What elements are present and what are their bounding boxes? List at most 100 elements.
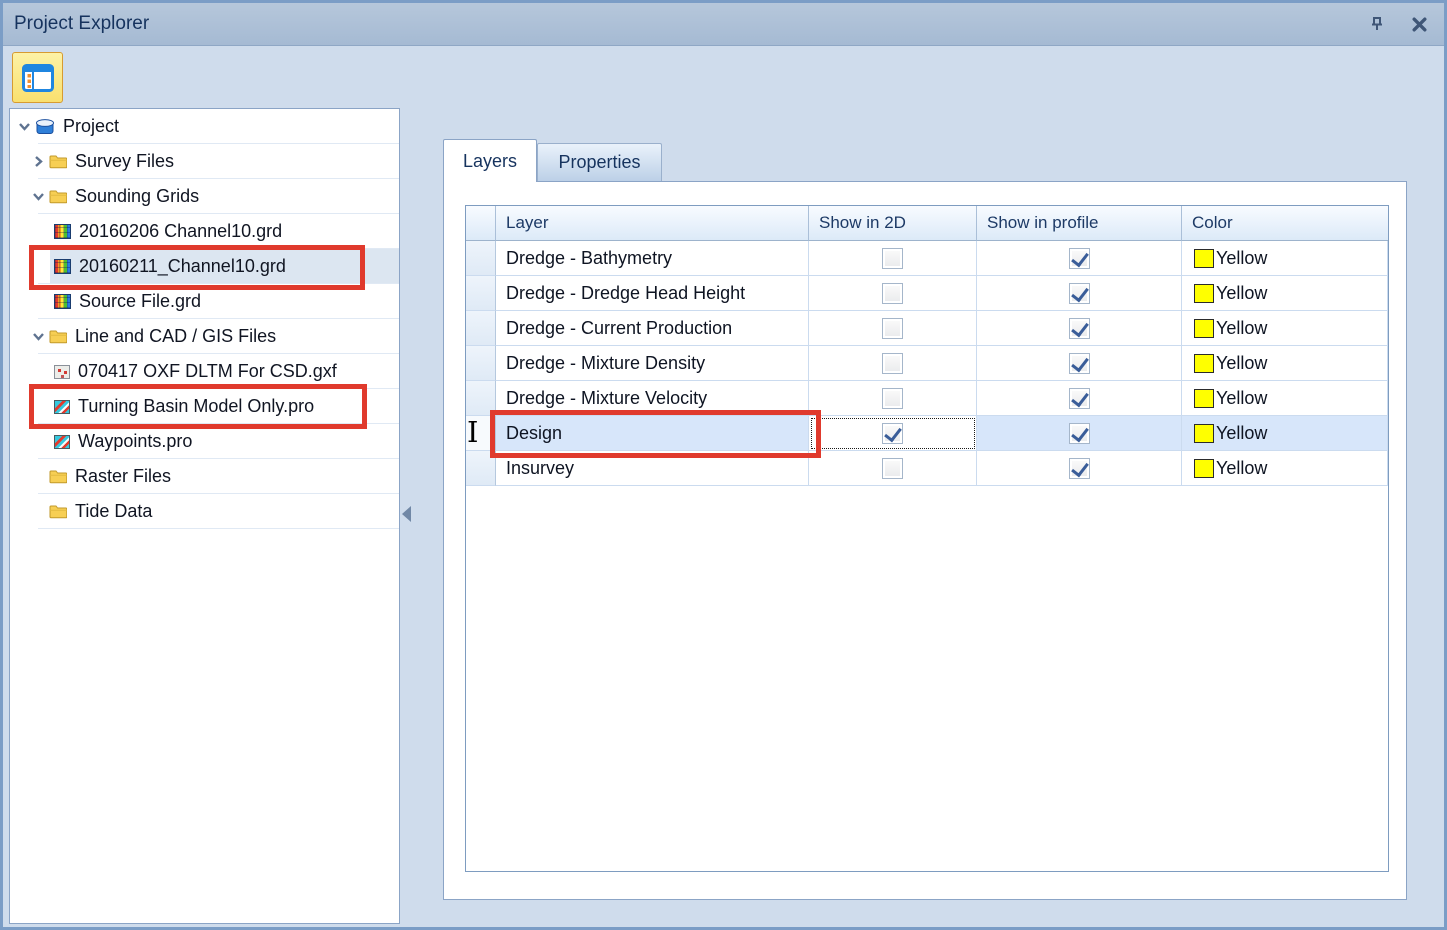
show-in-2d-checkbox[interactable] bbox=[882, 458, 903, 479]
chevron-down-icon[interactable] bbox=[32, 190, 49, 203]
show-in-profile-cell[interactable] bbox=[977, 416, 1182, 451]
striped-plan-icon bbox=[54, 400, 70, 414]
show-panel-button[interactable] bbox=[12, 52, 63, 103]
show-in-2d-cell-focused[interactable] bbox=[809, 416, 977, 451]
show-in-profile-checkbox[interactable] bbox=[1069, 283, 1090, 304]
color-swatch[interactable] bbox=[1194, 354, 1214, 373]
tree-item-grd-20160206[interactable]: 20160206 Channel10.grd bbox=[10, 214, 399, 249]
tree-item-label: Survey Files bbox=[75, 151, 174, 172]
row-selector[interactable] bbox=[466, 311, 496, 346]
column-header-layer[interactable]: Layer bbox=[496, 206, 809, 241]
color-swatch[interactable] bbox=[1194, 459, 1214, 478]
tab-layers[interactable]: Layers bbox=[443, 139, 537, 182]
titlebar-buttons bbox=[1366, 3, 1430, 45]
tree-item-label: Raster Files bbox=[75, 466, 171, 487]
color-cell[interactable]: Yellow bbox=[1182, 416, 1388, 451]
row-selector[interactable] bbox=[466, 276, 496, 311]
show-in-2d-checkbox[interactable] bbox=[882, 318, 903, 339]
tab-label: Layers bbox=[463, 151, 517, 172]
show-in-2d-checkbox[interactable] bbox=[882, 248, 903, 269]
show-in-profile-checkbox[interactable] bbox=[1069, 318, 1090, 339]
show-in-profile-cell[interactable] bbox=[977, 311, 1182, 346]
row-selector[interactable] bbox=[466, 346, 496, 381]
show-in-2d-checkbox[interactable] bbox=[882, 423, 903, 444]
chevron-down-icon[interactable] bbox=[18, 120, 35, 133]
panel-window-icon bbox=[22, 64, 54, 92]
tree-item-label: 070417 OXF DLTM For CSD.gxf bbox=[78, 361, 337, 382]
titlebar: Project Explorer bbox=[3, 3, 1444, 46]
column-header-show-profile[interactable]: Show in profile bbox=[977, 206, 1182, 241]
show-in-2d-checkbox[interactable] bbox=[882, 283, 903, 304]
tab-properties[interactable]: Properties bbox=[537, 143, 662, 181]
tree-item-label: Tide Data bbox=[75, 501, 152, 522]
layer-name-cell[interactable]: Dredge - Mixture Density bbox=[496, 346, 809, 381]
color-swatch[interactable] bbox=[1194, 319, 1214, 338]
show-in-2d-cell[interactable] bbox=[809, 276, 977, 311]
color-cell[interactable]: Yellow bbox=[1182, 276, 1388, 311]
layer-name-cell-design[interactable]: Design bbox=[496, 416, 809, 451]
color-swatch[interactable] bbox=[1194, 284, 1214, 303]
folder-icon bbox=[49, 504, 67, 519]
layer-name-cell[interactable]: Dredge - Bathymetry bbox=[496, 241, 809, 276]
tree-item-turning-basin[interactable]: Turning Basin Model Only.pro bbox=[10, 389, 399, 424]
show-in-profile-cell[interactable] bbox=[977, 381, 1182, 416]
show-in-2d-cell[interactable] bbox=[809, 451, 977, 486]
show-in-profile-cell[interactable] bbox=[977, 346, 1182, 381]
color-cell[interactable]: Yellow bbox=[1182, 241, 1388, 276]
show-in-2d-checkbox[interactable] bbox=[882, 388, 903, 409]
show-in-profile-checkbox[interactable] bbox=[1069, 388, 1090, 409]
layer-name-cell[interactable]: Insurvey bbox=[496, 451, 809, 486]
row-selector[interactable] bbox=[466, 416, 496, 451]
show-in-profile-checkbox[interactable] bbox=[1069, 458, 1090, 479]
layer-name-cell[interactable]: Dredge - Dredge Head Height bbox=[496, 276, 809, 311]
show-in-profile-cell[interactable] bbox=[977, 451, 1182, 486]
color-swatch[interactable] bbox=[1194, 249, 1214, 268]
show-in-2d-cell[interactable] bbox=[809, 311, 977, 346]
layer-name-cell[interactable]: Dredge - Current Production bbox=[496, 311, 809, 346]
pin-icon[interactable] bbox=[1366, 13, 1388, 35]
column-header-color[interactable]: Color bbox=[1182, 206, 1388, 241]
tree-item-survey-files[interactable]: Survey Files bbox=[10, 144, 399, 179]
tree-item-label: Source File.grd bbox=[79, 291, 201, 312]
tree-item-line-cad-gis[interactable]: Line and CAD / GIS Files bbox=[10, 319, 399, 354]
tree-item-sounding-grids[interactable]: Sounding Grids bbox=[10, 179, 399, 214]
tree-item-source-file[interactable]: Source File.grd bbox=[10, 284, 399, 319]
show-in-2d-cell[interactable] bbox=[809, 346, 977, 381]
row-selector[interactable] bbox=[466, 241, 496, 276]
color-cell[interactable]: Yellow bbox=[1182, 451, 1388, 486]
tree-item-project[interactable]: Project bbox=[10, 109, 399, 144]
tree-item-tide-data[interactable]: Tide Data bbox=[10, 494, 399, 529]
project-box-icon bbox=[35, 118, 55, 135]
folder-icon bbox=[49, 469, 67, 484]
close-icon[interactable] bbox=[1408, 13, 1430, 35]
chevron-right-icon[interactable] bbox=[32, 155, 49, 168]
collapse-left-arrow-icon[interactable] bbox=[402, 506, 411, 522]
show-in-profile-checkbox[interactable] bbox=[1069, 423, 1090, 444]
show-in-2d-cell[interactable] bbox=[809, 381, 977, 416]
color-swatch[interactable] bbox=[1194, 424, 1214, 443]
show-in-profile-checkbox[interactable] bbox=[1069, 248, 1090, 269]
row-selector[interactable] bbox=[466, 451, 496, 486]
color-name: Yellow bbox=[1216, 458, 1267, 479]
color-cell[interactable]: Yellow bbox=[1182, 346, 1388, 381]
tree-item-raster-files[interactable]: Raster Files bbox=[10, 459, 399, 494]
chevron-down-icon[interactable] bbox=[32, 330, 49, 343]
tree-item-label: Line and CAD / GIS Files bbox=[75, 326, 276, 347]
color-cell[interactable]: Yellow bbox=[1182, 381, 1388, 416]
tree-item-gxf-070417[interactable]: 070417 OXF DLTM For CSD.gxf bbox=[10, 354, 399, 389]
show-in-2d-checkbox[interactable] bbox=[882, 353, 903, 374]
show-in-profile-cell[interactable] bbox=[977, 241, 1182, 276]
layer-name-cell[interactable]: Dredge - Mixture Velocity bbox=[496, 381, 809, 416]
color-cell[interactable]: Yellow bbox=[1182, 311, 1388, 346]
row-selector[interactable] bbox=[466, 381, 496, 416]
tree-item-waypoints[interactable]: Waypoints.pro bbox=[10, 424, 399, 459]
show-in-profile-checkbox[interactable] bbox=[1069, 353, 1090, 374]
show-in-2d-cell[interactable] bbox=[809, 241, 977, 276]
tab-label: Properties bbox=[558, 152, 640, 173]
color-swatch[interactable] bbox=[1194, 389, 1214, 408]
show-in-profile-cell[interactable] bbox=[977, 276, 1182, 311]
tree-item-label: 20160206 Channel10.grd bbox=[79, 221, 282, 242]
column-header-show-2d[interactable]: Show in 2D bbox=[809, 206, 977, 241]
tree-item-grd-20160211[interactable]: 20160211_Channel10.grd bbox=[10, 249, 399, 284]
tree-item-label: Turning Basin Model Only.pro bbox=[78, 396, 314, 417]
